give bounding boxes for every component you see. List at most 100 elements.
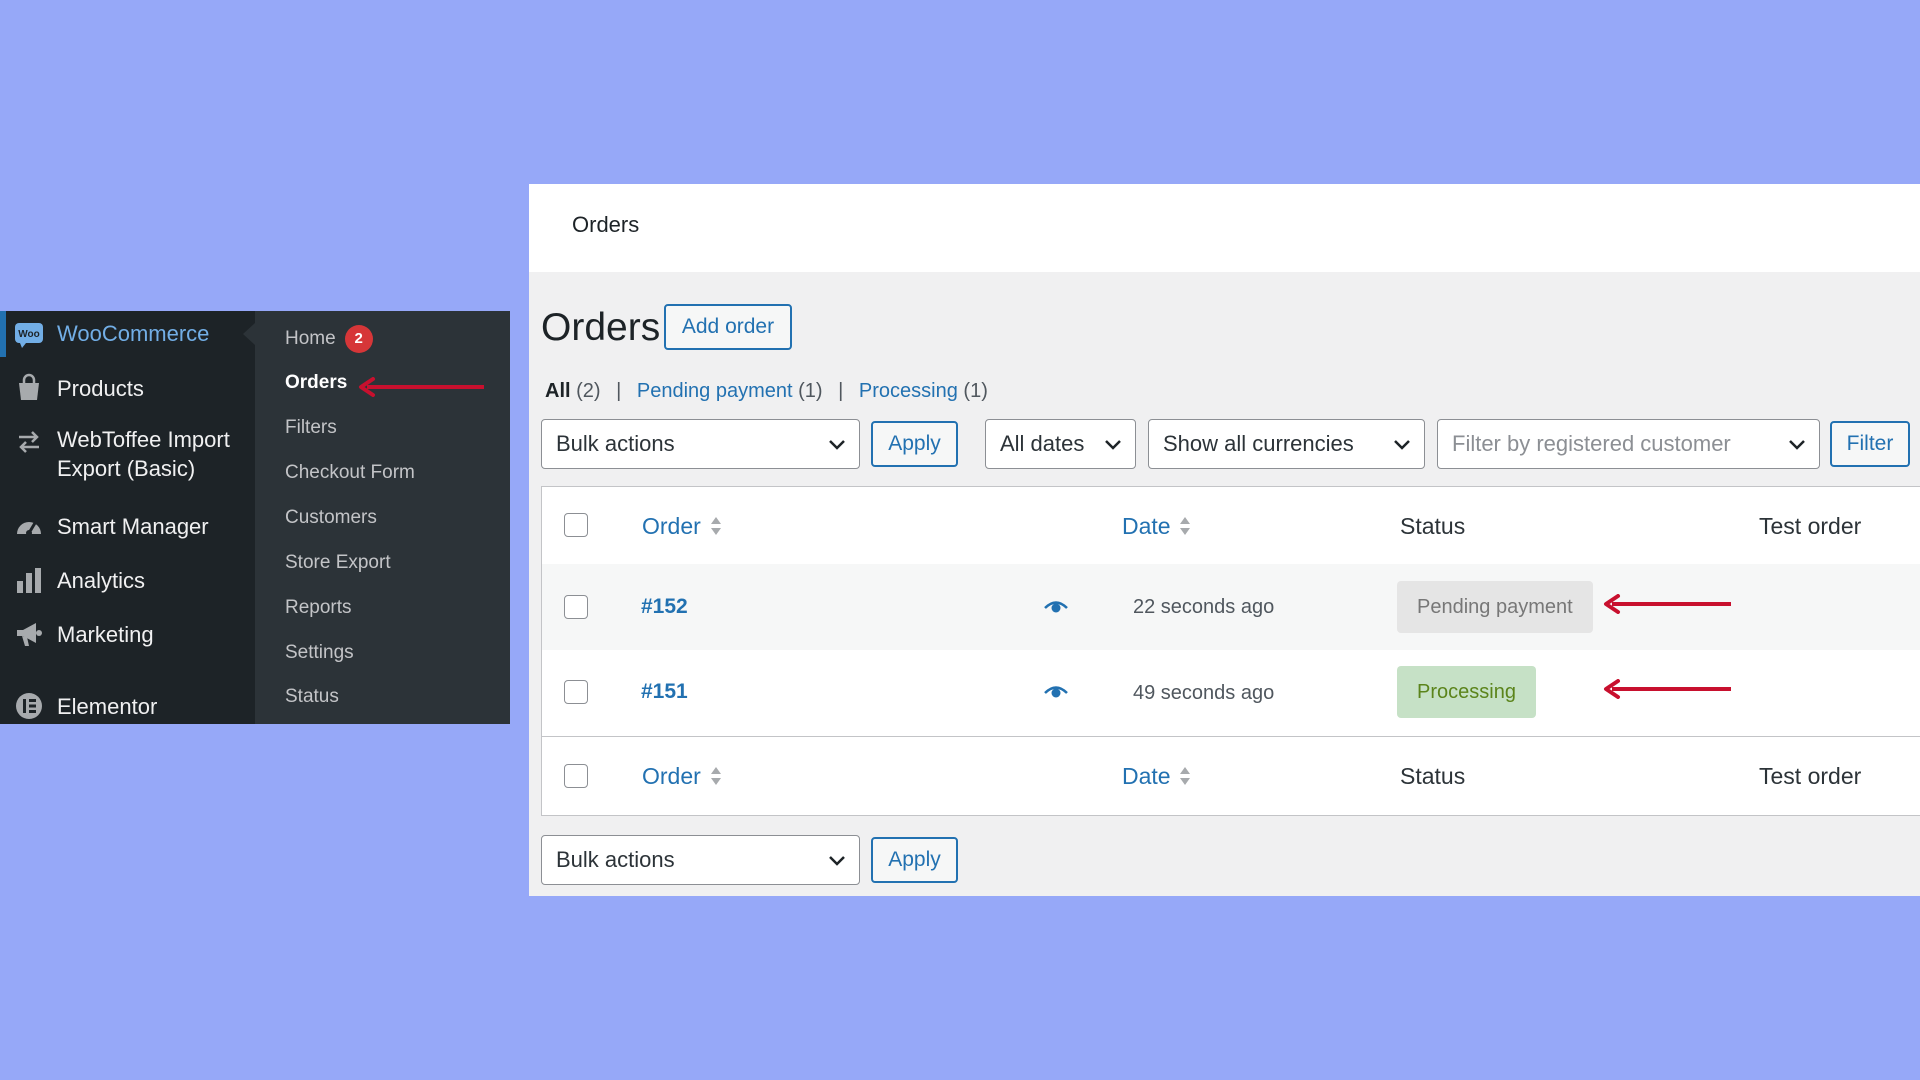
bulk-actions-select-bottom[interactable]: Bulk actions <box>541 835 860 885</box>
submenu-item-reports[interactable]: Reports <box>285 596 352 620</box>
submenu-label-home: Home <box>285 328 336 350</box>
menu-label-elementor: Elementor <box>57 694 158 719</box>
menu-item-smart-manager[interactable]: Smart Manager <box>0 509 255 545</box>
column-order[interactable]: Order <box>642 513 701 540</box>
chevron-down-icon <box>1394 440 1410 450</box>
sort-icon[interactable] <box>709 514 723 538</box>
row-checkbox[interactable] <box>564 680 588 704</box>
view-separator: | <box>616 380 622 402</box>
column-status: Status <box>1400 763 1466 789</box>
submenu-item-filters[interactable]: Filters <box>285 416 337 440</box>
submenu-item-checkout-form[interactable]: Checkout Form <box>285 461 415 485</box>
menu-label-woocommerce: WooCommerce <box>57 321 210 346</box>
admin-menu: Woo WooCommerce Products WebToffee Impor… <box>0 311 510 724</box>
column-date[interactable]: Date <box>1122 763 1171 790</box>
orders-panel: Orders Orders Add order All (2) | Pendin… <box>529 184 1920 896</box>
submenu-item-home[interactable]: Home 2 <box>285 325 373 353</box>
customer-filter-select[interactable]: Filter by registered customer <box>1437 419 1820 469</box>
table-header: Order Date Status Test order <box>542 487 1920 565</box>
sort-icon[interactable] <box>1178 514 1192 538</box>
column-order[interactable]: Order <box>642 763 701 790</box>
column-test-order: Test order <box>1759 763 1862 789</box>
annotation-arrow-orders <box>359 377 484 397</box>
annotation-arrow-status <box>1604 679 1731 699</box>
view-pending-count: (1) <box>798 380 823 402</box>
dates-value: All dates <box>1000 431 1085 456</box>
view-separator: | <box>838 380 844 402</box>
menu-item-marketing[interactable]: Marketing <box>0 617 255 653</box>
row-checkbox[interactable] <box>564 595 588 619</box>
add-order-label: Add order <box>681 315 775 338</box>
menu-label-webtoffee: WebToffee Import Export (Basic) <box>57 427 230 481</box>
dashboard-gauge-icon <box>17 522 41 536</box>
menu-item-analytics[interactable]: Analytics <box>0 563 255 599</box>
sort-icon[interactable] <box>709 764 723 788</box>
annotation-arrow-status <box>1604 594 1731 614</box>
chevron-down-icon <box>829 856 845 866</box>
svg-text:Woo: Woo <box>18 329 39 340</box>
bulk-actions-value: Bulk actions <box>556 847 675 872</box>
column-date[interactable]: Date <box>1122 513 1171 540</box>
page-title: Orders <box>541 306 661 349</box>
status-badge: Processing <box>1397 666 1536 718</box>
apply-label: Apply <box>888 432 941 455</box>
order-date: 22 seconds ago <box>1133 596 1275 618</box>
megaphone-icon <box>17 623 42 646</box>
preview-eye-icon[interactable] <box>1044 599 1068 615</box>
active-menu-pointer <box>243 323 255 345</box>
bulk-actions-value: Bulk actions <box>556 431 675 456</box>
table-row[interactable]: #151 49 seconds ago Processing <box>542 650 1920 737</box>
table-row[interactable]: #152 22 seconds ago Pending payment <box>542 564 1920 650</box>
menu-label-analytics: Analytics <box>57 568 146 593</box>
submenu-item-settings[interactable]: Settings <box>285 641 354 665</box>
table-footer: Order Date Status Test order <box>542 737 1920 815</box>
menu-item-products[interactable]: Products <box>0 371 255 407</box>
view-all-count: (2) <box>576 380 601 402</box>
order-date: 49 seconds ago <box>1133 682 1275 704</box>
view-processing[interactable]: Processing <box>859 380 958 402</box>
import-export-icon <box>19 431 39 453</box>
menu-label-marketing: Marketing <box>57 622 154 647</box>
filter-button[interactable]: Filter <box>1830 421 1910 467</box>
view-pending-payment[interactable]: Pending payment <box>637 380 793 402</box>
apply-button-bottom[interactable]: Apply <box>871 837 958 883</box>
sort-icon[interactable] <box>1178 764 1192 788</box>
notification-badge: 2 <box>344 325 373 353</box>
submenu-item-store-export[interactable]: Store Export <box>285 551 391 575</box>
view-all[interactable]: All <box>545 380 571 402</box>
add-order-button[interactable]: Add order <box>664 304 792 350</box>
chevron-down-icon <box>1789 440 1805 450</box>
chevron-down-icon <box>1105 440 1121 450</box>
order-number-link[interactable]: #151 <box>641 680 688 704</box>
menu-item-elementor[interactable]: Elementor <box>0 689 255 725</box>
dates-select[interactable]: All dates <box>985 419 1136 469</box>
shopping-bag-icon <box>19 373 39 400</box>
status-badge: Pending payment <box>1397 581 1593 633</box>
column-test-order: Test order <box>1759 513 1862 539</box>
submenu-item-status[interactable]: Status <box>285 685 339 709</box>
currencies-value: Show all currencies <box>1163 431 1354 456</box>
filter-label: Filter <box>1846 432 1894 455</box>
menu-label-smart-manager: Smart Manager <box>57 514 209 539</box>
orders-table: Order Date Status Test order #152 22 sec… <box>541 486 1920 816</box>
apply-button[interactable]: Apply <box>871 421 958 467</box>
submenu-item-customers[interactable]: Customers <box>285 506 377 530</box>
select-all-checkbox[interactable] <box>564 513 588 537</box>
view-processing-count: (1) <box>963 380 988 402</box>
menu-item-woocommerce[interactable]: Woo WooCommerce <box>0 311 255 357</box>
bar-chart-icon <box>17 568 41 593</box>
apply-label: Apply <box>888 848 941 871</box>
select-all-checkbox[interactable] <box>564 764 588 788</box>
status-views: All (2) | Pending payment (1) | Processi… <box>545 380 988 403</box>
top-bar: Orders <box>529 184 1920 272</box>
menu-item-webtoffee[interactable]: WebToffee Import Export (Basic) <box>0 425 255 487</box>
admin-menu-main: Woo WooCommerce Products WebToffee Impor… <box>0 311 255 724</box>
submenu-item-orders[interactable]: Orders <box>285 371 347 395</box>
preview-eye-icon[interactable] <box>1044 684 1068 700</box>
top-bar-title: Orders <box>572 212 640 237</box>
currencies-select[interactable]: Show all currencies <box>1148 419 1425 469</box>
chevron-down-icon <box>829 440 845 450</box>
order-number-link[interactable]: #152 <box>641 595 688 619</box>
bulk-actions-select[interactable]: Bulk actions <box>541 419 860 469</box>
woo-icon: Woo <box>15 323 43 348</box>
